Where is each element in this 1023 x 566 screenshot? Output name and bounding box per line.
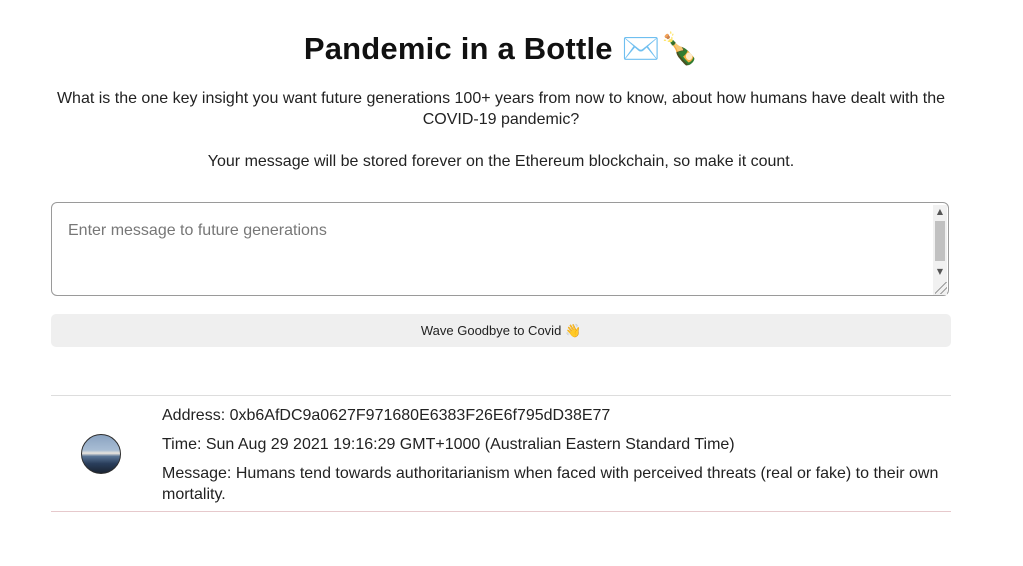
message-card: Address: 0xb6AfDC9a0627F971680E6383F26E6… [51, 395, 951, 512]
message-textarea-container: ▲ ▼ [51, 202, 949, 296]
scroll-down-arrow-icon[interactable]: ▼ [933, 265, 947, 279]
message-time: Time: Sun Aug 29 2021 19:16:29 GMT+1000 … [162, 436, 735, 453]
scroll-thumb[interactable] [935, 221, 945, 261]
envelope-bottle-icon: ✉️🍾 [621, 31, 700, 67]
page: Pandemic in a Bottle ✉️🍾 What is the one… [0, 0, 1023, 566]
message-address: Address: 0xb6AfDC9a0627F971680E6383F26E6… [162, 407, 611, 424]
wave-goodbye-label: Wave Goodbye to Covid [420, 323, 562, 338]
message-text: Message: Humans tend towards authoritari… [162, 465, 939, 503]
intro-question: What is the one key insight you want fut… [56, 90, 946, 128]
blockchain-note: Your message will be stored forever on t… [207, 153, 795, 170]
scroll-up-arrow-icon[interactable]: ▲ [933, 205, 947, 219]
wave-goodbye-button[interactable]: Wave Goodbye to Covid 👋 [51, 314, 951, 347]
page-title: Pandemic in a Bottle ✉️🍾 [0, 30, 1003, 67]
textarea-resize-handle[interactable] [935, 282, 947, 294]
message-input[interactable] [52, 203, 932, 295]
landscape-avatar [81, 434, 121, 474]
page-title-text: Pandemic in a Bottle [303, 31, 613, 66]
waving-hand-icon: 👋 [564, 324, 582, 339]
